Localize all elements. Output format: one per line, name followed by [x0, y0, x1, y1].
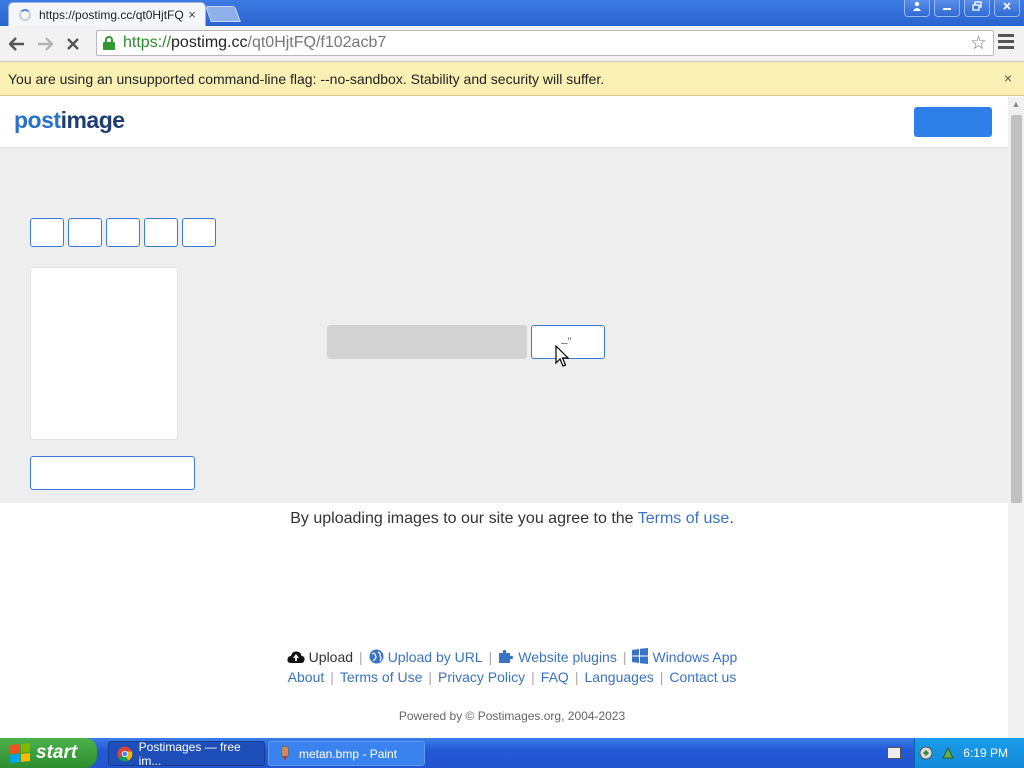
footer-separator: |	[330, 669, 334, 685]
footer-website-plugins[interactable]: Website plugins	[498, 649, 617, 665]
footer-upload-by-url[interactable]: Upload by URL	[369, 649, 483, 665]
terms-suffix: .	[729, 510, 734, 527]
start-button[interactable]: start	[0, 738, 97, 768]
restore-icon[interactable]	[964, 0, 990, 17]
windows-taskbar: start Postimages — free im... metan.bmp …	[0, 738, 1024, 768]
browser-tab-active[interactable]: https://postimg.cc/qt0HjtFQ ×	[8, 2, 206, 26]
footer-separator: |	[488, 648, 493, 665]
image-viewer-area: ̶̶ ''	[0, 148, 1008, 503]
share-link-field[interactable]	[327, 325, 527, 359]
footer-about-link[interactable]: About	[288, 669, 325, 685]
windows-flag-icon	[10, 742, 30, 764]
embed-code-field[interactable]	[30, 456, 195, 490]
scroll-up-icon[interactable]: ▲	[1008, 97, 1024, 111]
terms-notice: By uploading images to our site you agre…	[0, 510, 1024, 528]
footer-separator: |	[622, 648, 627, 665]
window-controls	[904, 0, 1020, 17]
postimage-logo[interactable]: postimage	[14, 107, 125, 134]
url-path: /qt0HjtFQ/f102acb7	[247, 34, 387, 51]
footer-upload-by-url-label: Upload by URL	[387, 648, 483, 665]
keyboard-icon[interactable]	[887, 747, 901, 759]
cloud-upload-icon	[287, 650, 305, 663]
terms-of-use-link[interactable]: Terms of use	[638, 510, 730, 527]
browser-tabstrip: https://postimg.cc/qt0HjtFQ ×	[0, 0, 1024, 26]
address-bar[interactable]: https://postimg.cc/qt0HjtFQ/f102acb7 ☆	[96, 30, 994, 56]
footer-windows-app-label: Windows App	[652, 649, 738, 665]
footer-faq-link[interactable]: FAQ	[541, 669, 569, 685]
warning-infobar: You are using an unsupported command-lin…	[0, 62, 1024, 96]
page-scrollbar[interactable]: ▲	[1008, 97, 1024, 738]
terms-prefix: By uploading images to our site you agre…	[290, 510, 634, 527]
tray-app-icon[interactable]	[919, 746, 933, 760]
secure-lock-icon	[103, 36, 115, 50]
scrollbar-thumb[interactable]	[1011, 115, 1022, 503]
footer-separator: |	[574, 669, 579, 685]
footer-separator: |	[659, 669, 664, 685]
globe-icon	[369, 649, 384, 663]
logo-text-image: image	[60, 107, 125, 133]
browser-toolbar: https://postimg.cc/qt0HjtFQ/f102acb7 ☆	[0, 26, 1024, 62]
footer-privacy-link[interactable]: Privacy Policy	[438, 669, 525, 685]
windows-logo-icon	[632, 648, 649, 664]
start-label: start	[36, 742, 78, 763]
taskbar-item-label: metan.bmp - Paint	[299, 746, 398, 761]
powered-by-text: Powered by © Postimages.org, 2004-2023	[398, 709, 626, 723]
footer-contact-link[interactable]: Contact us	[669, 669, 736, 685]
paint-icon	[281, 746, 289, 761]
forward-arrow-icon[interactable]	[31, 30, 59, 58]
footer-website-plugins-label: Website plugins	[518, 648, 617, 665]
tab-title: https://postimg.cc/qt0HjtFQ	[39, 7, 184, 22]
taskbar-item-label: Postimages — free im...	[138, 739, 241, 768]
tray-network-icon[interactable]	[941, 746, 955, 760]
back-arrow-icon[interactable]	[3, 30, 31, 58]
browser-menu-icon[interactable]	[998, 34, 1014, 52]
footer-separator: |	[531, 669, 535, 685]
footer-upload-links: Upload | Upload by URL | Website plugins…	[0, 648, 1024, 665]
image-preview[interactable]	[30, 267, 178, 440]
footer-terms-link[interactable]: Terms of Use	[340, 669, 422, 685]
footer-languages-link[interactable]: Languages	[584, 669, 653, 685]
link-type-tabs	[30, 218, 216, 247]
user-profile-icon[interactable]	[904, 0, 930, 17]
footer-separator: |	[359, 648, 363, 665]
new-tab-button[interactable]	[205, 6, 241, 22]
footer-windows-app[interactable]: Windows App	[632, 648, 737, 665]
loading-spinner-icon	[19, 8, 31, 21]
system-tray: 6:19 PM	[914, 738, 1024, 768]
chrome-icon	[117, 746, 133, 761]
clock: 6:19 PM	[963, 746, 1008, 760]
mouse-pointer-icon	[555, 344, 570, 370]
url-scheme: https://	[123, 34, 172, 51]
taskbar-item-paint[interactable]: metan.bmp - Paint	[268, 741, 425, 766]
taskbar-item-chrome[interactable]: Postimages — free im...	[108, 739, 265, 768]
link-type-tab-5[interactable]	[182, 218, 216, 247]
url-host: postimg.cc	[171, 34, 248, 51]
bookmark-star-icon[interactable]: ☆	[970, 32, 987, 55]
logo-text-post: post	[14, 107, 61, 133]
link-type-tab-4[interactable]	[144, 218, 178, 247]
link-type-tab-3[interactable]	[106, 218, 140, 247]
link-type-tab-2[interactable]	[68, 218, 102, 247]
close-window-icon[interactable]	[994, 0, 1020, 17]
stop-loading-icon[interactable]	[59, 30, 87, 58]
infobar-message: You are using an unsupported command-lin…	[8, 70, 605, 87]
site-header: postimage	[0, 97, 1008, 148]
footer-info-links: About | Terms of Use | Privacy Policy | …	[0, 669, 1024, 685]
minimize-icon[interactable]	[934, 0, 960, 17]
puzzle-icon	[499, 649, 514, 663]
header-action-button[interactable]	[914, 107, 992, 137]
link-type-tab-1[interactable]	[30, 218, 64, 247]
infobar-close-icon[interactable]: ×	[1004, 70, 1012, 86]
page-viewport: postimage ̶̶ '' By uploading images to o…	[0, 97, 1024, 738]
footer-separator: |	[428, 669, 433, 685]
tab-close-icon[interactable]: ×	[185, 7, 199, 22]
footer-upload-label: Upload	[308, 648, 354, 665]
footer-upload[interactable]: Upload	[287, 649, 353, 665]
